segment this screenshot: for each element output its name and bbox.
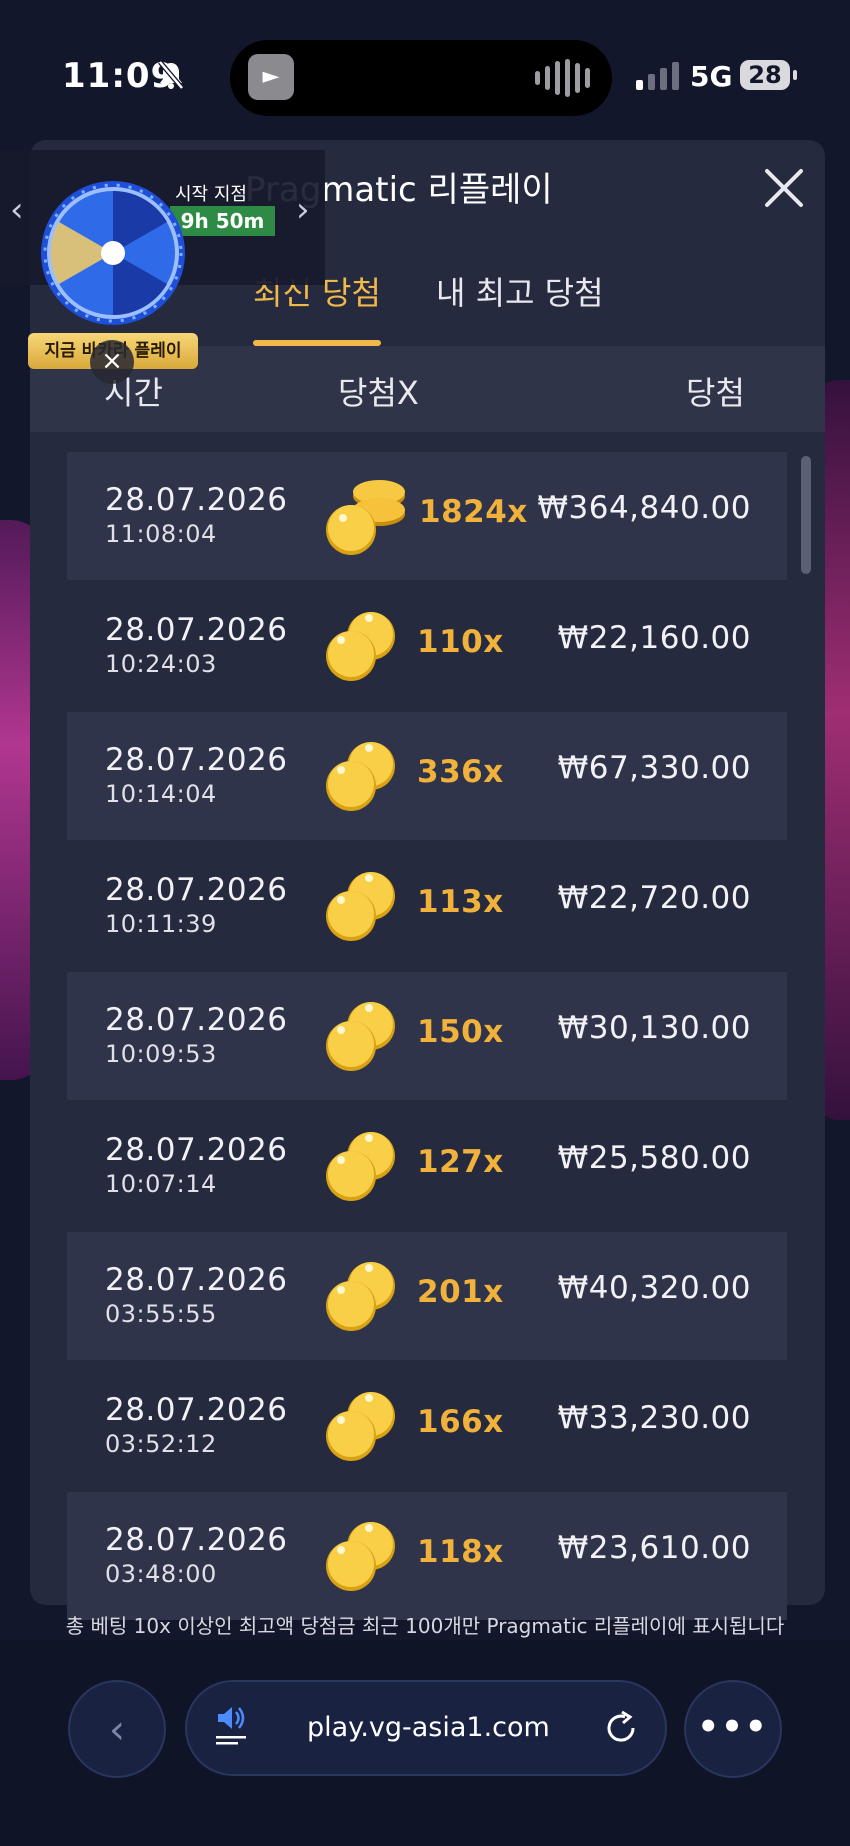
row-multiplier: 166x: [417, 1404, 504, 1440]
row-multiplier: 336x: [417, 754, 504, 790]
row-date: 28.07.2026: [105, 742, 288, 778]
coins-icon: [326, 1392, 395, 1461]
coins-icon: [326, 742, 395, 811]
coins-icon: [326, 480, 405, 555]
more-icon[interactable]: •••: [684, 1680, 782, 1778]
table-row[interactable]: 28.07.2026 10:24:03 110x ₩22,160.00: [67, 582, 787, 710]
row-time: 10:14:04: [105, 780, 217, 808]
row-multiplier: 127x: [417, 1144, 504, 1180]
coins-icon: [326, 1002, 395, 1071]
row-amount: ₩25,580.00: [557, 1140, 751, 1176]
dynamic-island: ►: [230, 40, 612, 116]
replay-footnote: 총 베팅 10x 이상인 최고액 당첨금 최근 100개만 Pragmatic …: [65, 1614, 785, 1638]
table-row[interactable]: 28.07.2026 10:11:39 113x ₩22,720.00: [67, 842, 787, 970]
cellular-signal-icon: [636, 62, 679, 90]
row-time: 03:55:55: [105, 1300, 217, 1328]
row-amount: ₩67,330.00: [557, 750, 751, 786]
network-type: 5G: [690, 60, 733, 93]
row-time: 10:07:14: [105, 1170, 217, 1198]
row-multiplier: 1824x: [419, 494, 528, 530]
close-icon[interactable]: ×: [90, 340, 134, 384]
coins-icon: [326, 1522, 395, 1591]
row-time: 10:09:53: [105, 1040, 217, 1068]
bell-slash-icon: [158, 60, 184, 97]
row-multiplier: 118x: [417, 1534, 504, 1570]
battery-level: 28: [740, 60, 790, 90]
row-multiplier: 201x: [417, 1274, 504, 1310]
close-icon[interactable]: [752, 160, 816, 224]
row-date: 28.07.2026: [105, 1262, 288, 1298]
coins-icon: [326, 612, 395, 681]
row-amount: ₩22,160.00: [557, 620, 751, 656]
chevron-right-icon[interactable]: ›: [296, 190, 310, 230]
row-multiplier: 110x: [417, 624, 504, 660]
row-amount: ₩23,610.00: [557, 1530, 751, 1566]
coins-icon: [326, 1262, 395, 1331]
row-date: 28.07.2026: [105, 1132, 288, 1168]
prize-wheel-icon[interactable]: [38, 178, 188, 328]
battery-icon: [793, 70, 797, 80]
row-time: 03:48:00: [105, 1560, 217, 1588]
chevron-left-icon[interactable]: ‹: [68, 1680, 166, 1778]
coins-icon: [326, 1132, 395, 1201]
row-amount: ₩30,130.00: [557, 1010, 751, 1046]
speaker-icon: ►: [248, 54, 294, 100]
row-date: 28.07.2026: [105, 1002, 288, 1038]
row-time: 11:08:04: [105, 520, 217, 548]
row-multiplier: 113x: [417, 884, 504, 920]
tab-my-best-wins[interactable]: 내 최고 당첨: [436, 268, 604, 314]
table-row[interactable]: 28.07.2026 10:14:04 336x ₩67,330.00: [67, 712, 787, 840]
row-date: 28.07.2026: [105, 482, 288, 518]
table-row[interactable]: 28.07.2026 03:52:12 166x ₩33,230.00: [67, 1362, 787, 1490]
audio-wave-icon: [535, 58, 590, 98]
row-time: 10:11:39: [105, 910, 217, 938]
row-time: 10:24:03: [105, 650, 217, 678]
row-date: 28.07.2026: [105, 1392, 288, 1428]
reload-icon[interactable]: [603, 1710, 639, 1746]
chevron-left-icon[interactable]: ‹: [10, 190, 24, 230]
row-date: 28.07.2026: [105, 1522, 288, 1558]
row-amount: ₩22,720.00: [557, 880, 751, 916]
table-row[interactable]: 28.07.2026 11:08:04 1824x ₩364,840.00: [67, 452, 787, 580]
column-header-multiplier: 당첨X: [338, 374, 419, 412]
url-text: play.vg-asia1.com: [307, 1712, 550, 1743]
scrollbar[interactable]: [801, 456, 811, 574]
table-row[interactable]: 28.07.2026 03:55:55 201x ₩40,320.00: [67, 1232, 787, 1360]
row-amount: ₩33,230.00: [557, 1400, 751, 1436]
row-date: 28.07.2026: [105, 872, 288, 908]
table-row[interactable]: 28.07.2026 10:09:53 150x ₩30,130.00: [67, 972, 787, 1100]
row-amount: ₩364,840.00: [537, 490, 751, 526]
coins-icon: [326, 872, 395, 941]
row-date: 28.07.2026: [105, 612, 288, 648]
speaker-icon[interactable]: [214, 1702, 248, 1748]
row-amount: ₩40,320.00: [557, 1270, 751, 1306]
promo-widget[interactable]: ‹ › 시작 지점 9h 50m 지금 바카라 플레이 ×: [0, 150, 325, 384]
table-row[interactable]: 28.07.2026 10:07:14 127x ₩25,580.00: [67, 1102, 787, 1230]
status-bar: 11:09 ► 5G 28: [0, 0, 850, 120]
row-time: 03:52:12: [105, 1430, 217, 1458]
table-row[interactable]: 28.07.2026 03:48:00 118x ₩23,610.00: [67, 1492, 787, 1620]
row-multiplier: 150x: [417, 1014, 504, 1050]
column-header-win: 당첨: [686, 374, 745, 412]
